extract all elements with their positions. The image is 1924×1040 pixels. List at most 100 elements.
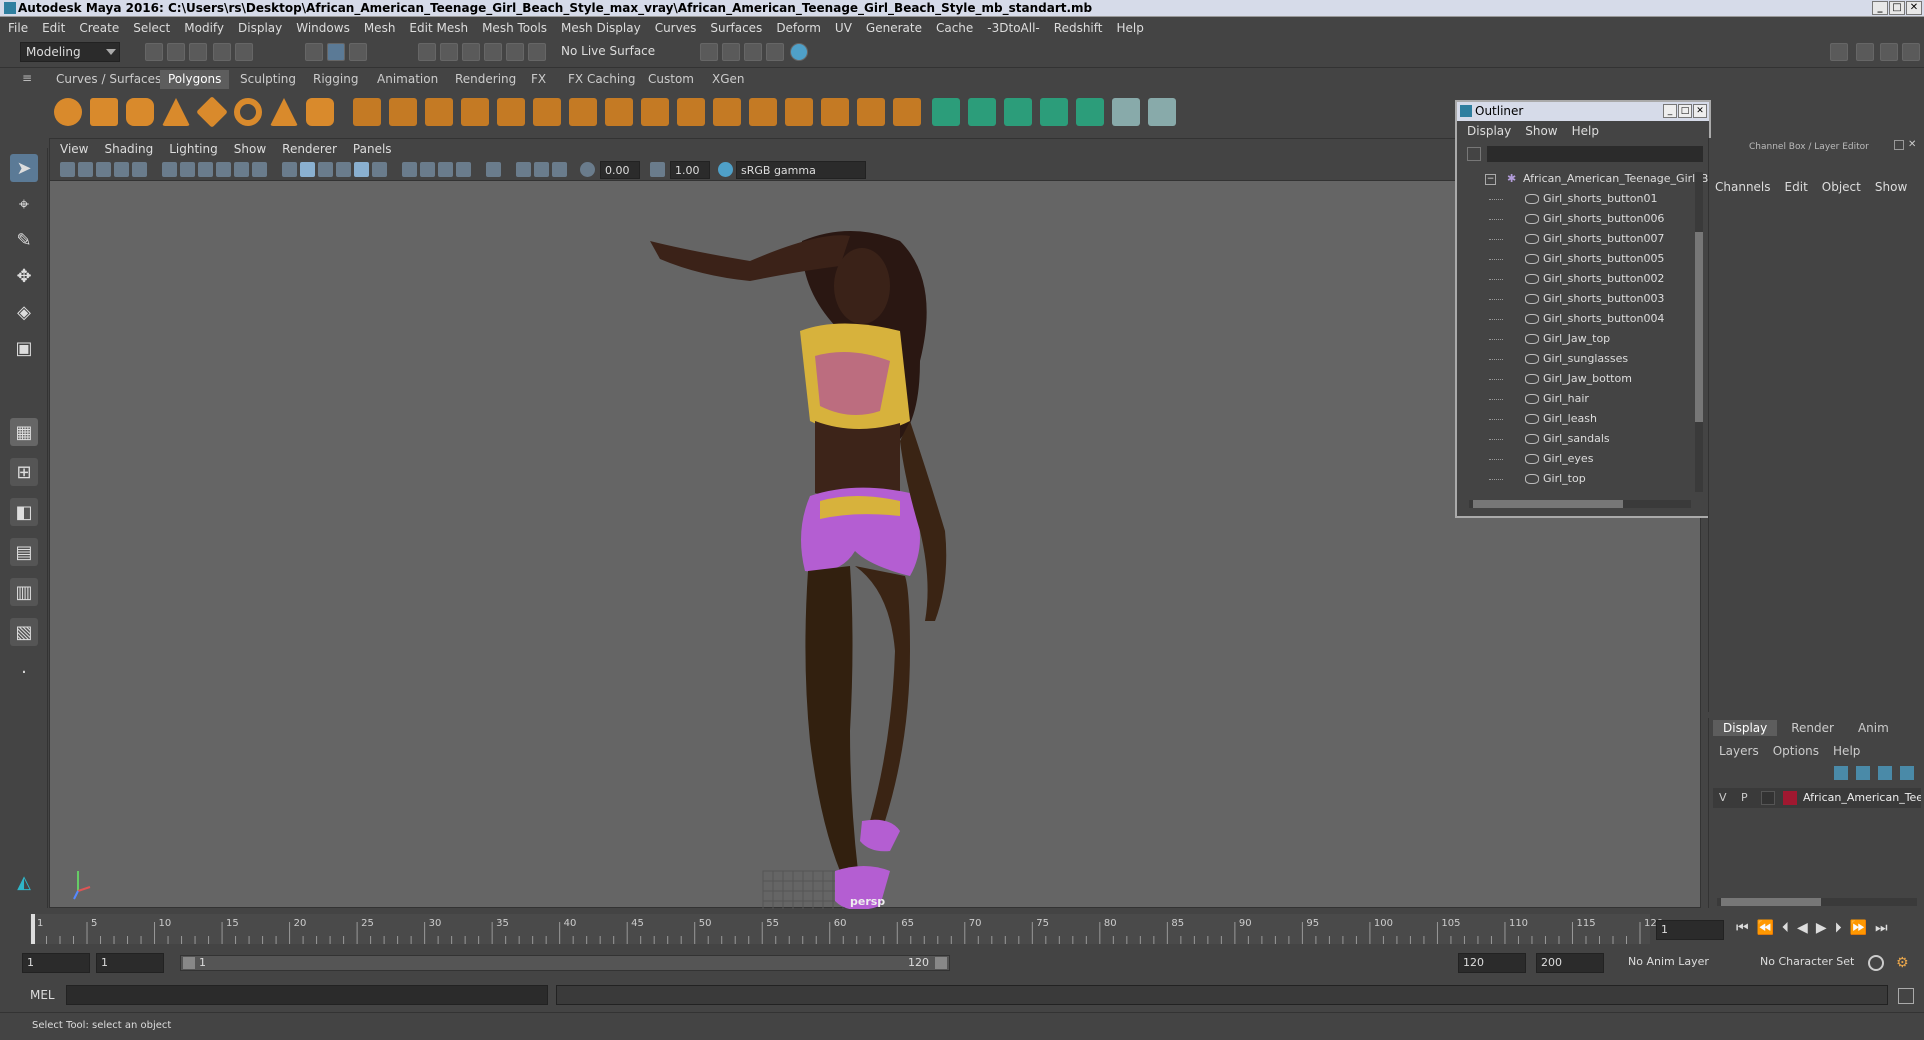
close-button[interactable]: ✕ <box>1906 1 1922 15</box>
menu-surfaces[interactable]: Surfaces <box>710 21 762 35</box>
script-editor-icon[interactable] <box>1898 988 1914 1004</box>
render-view-icon[interactable] <box>700 43 718 61</box>
range-start-handle[interactable] <box>183 957 195 969</box>
paint-select-tool-icon[interactable]: ✎ <box>10 226 38 254</box>
bridge-icon[interactable] <box>641 98 669 126</box>
isolate-select-icon[interactable] <box>486 162 501 177</box>
character-model[interactable] <box>650 231 947 909</box>
uv-checker-icon[interactable] <box>1112 98 1140 126</box>
xray-components-icon[interactable] <box>552 162 567 177</box>
move-tool-icon[interactable]: ✥ <box>10 262 38 290</box>
vp-menu-show[interactable]: Show <box>234 142 266 156</box>
persp-graph-icon[interactable]: ▤ <box>10 538 38 566</box>
step-forward-key-icon[interactable]: ⏩ <box>1850 920 1867 936</box>
scene-start-field[interactable]: 1 <box>22 953 90 973</box>
menu-deform[interactable]: Deform <box>776 21 821 35</box>
outliner-item[interactable]: Girl_shorts_button006 <box>1457 209 1697 229</box>
rotate-tool-icon[interactable]: ◈ <box>10 298 38 326</box>
film-gate-icon[interactable] <box>162 162 177 177</box>
outliner-minimize-button[interactable]: _ <box>1663 104 1677 118</box>
xray-icon[interactable] <box>516 162 531 177</box>
wireframe-on-shaded-icon[interactable] <box>318 162 333 177</box>
outliner-item[interactable]: Girl_shorts_button004 <box>1457 309 1697 329</box>
menu-edit-mesh[interactable]: Edit Mesh <box>409 21 468 35</box>
menu-redshift[interactable]: Redshift <box>1054 21 1103 35</box>
new-layer-from-selection-icon[interactable] <box>1900 766 1914 780</box>
outliner-item[interactable]: Girl_Jaw_top <box>1457 329 1697 349</box>
outliner-menu-display[interactable]: Display <box>1467 121 1511 141</box>
outliner-filter-icon[interactable] <box>1467 147 1481 161</box>
camera-select-icon[interactable] <box>60 162 75 177</box>
ipr-render-icon[interactable] <box>744 43 762 61</box>
layer-editor-scroll-thumb[interactable] <box>1721 898 1821 906</box>
layer-color-swatch[interactable] <box>1783 791 1797 805</box>
menu-mesh[interactable]: Mesh <box>364 21 396 35</box>
outliner-horizontal-scrollbar[interactable] <box>1469 500 1691 508</box>
maximize-button[interactable]: □ <box>1889 1 1905 15</box>
menu-3dtoall[interactable]: -3DtoAll- <box>987 21 1039 35</box>
make-live-icon[interactable] <box>528 43 546 61</box>
gamma-field[interactable]: 1.00 <box>670 161 710 179</box>
cb-menu-object[interactable]: Object <box>1822 180 1861 194</box>
menu-uv[interactable]: UV <box>835 21 852 35</box>
outliner-item[interactable]: Girl_leash <box>1457 409 1697 429</box>
move-layer-up-icon[interactable] <box>1834 766 1848 780</box>
poly-torus-icon[interactable] <box>234 98 262 126</box>
anti-aliasing-icon[interactable] <box>438 162 453 177</box>
shelf-menu-icon[interactable]: ≡ <box>22 72 34 85</box>
menu-modify[interactable]: Modify <box>184 21 224 35</box>
menuset-dropdown[interactable]: Modeling <box>20 42 120 62</box>
poly-cylinder-icon[interactable] <box>126 98 154 126</box>
anim-layer-dropdown[interactable]: No Anim Layer <box>1624 953 1744 973</box>
offset-edge-icon[interactable] <box>749 98 777 126</box>
scale-tool-icon[interactable]: ▣ <box>10 334 38 362</box>
save-scene-icon[interactable] <box>189 43 207 61</box>
playback-start-field[interactable]: 1 <box>96 953 164 973</box>
go-to-start-icon[interactable]: ⏮ <box>1736 920 1749 936</box>
menu-curves[interactable]: Curves <box>655 21 697 35</box>
uv-editor-layout-icon[interactable]: ▧ <box>10 618 38 646</box>
xray-joints-icon[interactable] <box>534 162 549 177</box>
layout-menu-icon[interactable]: · <box>10 658 38 686</box>
safe-action-icon[interactable] <box>234 162 249 177</box>
tab-polygons[interactable]: Polygons <box>160 70 230 89</box>
perspective-viewport[interactable]: View Shading Lighting Show Renderer Pane… <box>49 138 1701 909</box>
tab-rendering[interactable]: Rendering <box>447 70 524 89</box>
separate-icon[interactable] <box>389 98 417 126</box>
time-slider-ruler[interactable]: 1 5 10 15 20 25 30 35 40 45 50 55 60 65 70 75 80 85 90 95 10… <box>30 912 1690 948</box>
extrude-icon[interactable] <box>605 98 633 126</box>
auto-key-icon[interactable] <box>1868 955 1884 971</box>
render-current-icon[interactable] <box>722 43 740 61</box>
tab-rigging[interactable]: Rigging <box>305 70 366 89</box>
four-view-icon[interactable]: ⊞ <box>10 458 38 486</box>
gate-mask-icon[interactable] <box>198 162 213 177</box>
lasso-tool-icon[interactable]: ⌖ <box>10 190 38 218</box>
outliner-vertical-scrollbar[interactable] <box>1695 172 1703 492</box>
select-tool-icon[interactable]: ➤ <box>10 154 38 182</box>
snap-grid-icon[interactable] <box>418 43 436 61</box>
layer-visibility-toggle[interactable]: V <box>1719 788 1727 808</box>
ambient-occlusion-icon[interactable] <box>402 162 417 177</box>
menu-generate[interactable]: Generate <box>866 21 922 35</box>
tab-sculpting[interactable]: Sculpting <box>232 70 304 89</box>
time-slider[interactable]: 1 5 10 15 20 25 30 35 40 45 50 55 60 65 70 75 80 85 90 95 10… <box>0 912 1924 948</box>
outliner-item[interactable]: Girl_hair <box>1457 389 1697 409</box>
reduce-icon[interactable] <box>497 98 525 126</box>
field-chart-icon[interactable] <box>216 162 231 177</box>
outliner-item[interactable]: Girl_shorts_button005 <box>1457 249 1697 269</box>
step-back-key-icon[interactable]: ⏪ <box>1757 920 1774 936</box>
smooth-icon[interactable] <box>461 98 489 126</box>
scene-end-field[interactable]: 200 <box>1536 953 1604 973</box>
uv-spherical-icon[interactable] <box>1004 98 1032 126</box>
outliner-root-item[interactable]: − ✱ African_American_Teenage_Girl_B <box>1457 169 1708 189</box>
combine-icon[interactable] <box>353 98 381 126</box>
vp-menu-view[interactable]: View <box>60 142 88 156</box>
tab-anim-layers[interactable]: Anim <box>1848 720 1899 736</box>
outliner-menu-show[interactable]: Show <box>1525 121 1557 141</box>
playback-end-field[interactable]: 120 <box>1458 953 1526 973</box>
live-surface-field[interactable]: No Live Surface <box>556 42 661 62</box>
bevel-icon[interactable] <box>677 98 705 126</box>
menu-mesh-tools[interactable]: Mesh Tools <box>482 21 547 35</box>
command-input[interactable] <box>66 985 548 1005</box>
select-object-icon[interactable] <box>327 43 345 61</box>
